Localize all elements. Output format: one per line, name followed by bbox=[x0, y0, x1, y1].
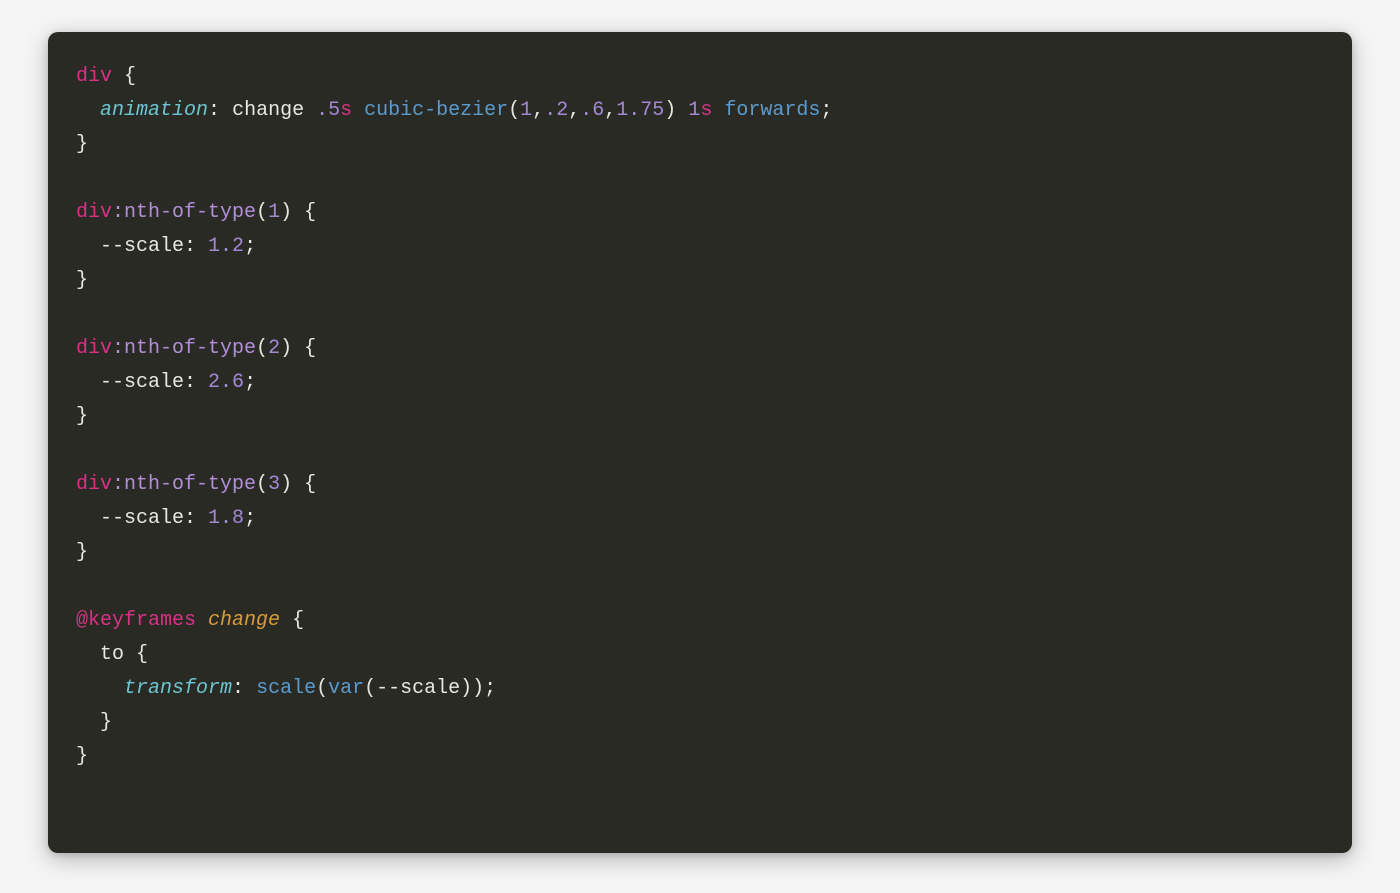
custom-property: --scale bbox=[100, 371, 184, 394]
number: 1 bbox=[268, 201, 280, 224]
comma: , bbox=[604, 99, 616, 122]
comma: , bbox=[568, 99, 580, 122]
unit: s bbox=[700, 99, 712, 122]
space bbox=[352, 99, 364, 122]
unit: s bbox=[340, 99, 352, 122]
paren-open: ( bbox=[364, 677, 376, 700]
brace-open: { bbox=[112, 65, 136, 88]
colon: : bbox=[184, 507, 208, 530]
custom-property: --scale bbox=[100, 235, 184, 258]
paren-open: ( bbox=[256, 337, 268, 360]
indent bbox=[76, 235, 100, 258]
at-rule: @keyframes bbox=[76, 609, 196, 632]
space bbox=[712, 99, 724, 122]
number: .6 bbox=[580, 99, 604, 122]
property: transform bbox=[124, 677, 232, 700]
number: .2 bbox=[544, 99, 568, 122]
pseudo-class: :nth-of-type bbox=[112, 201, 256, 224]
function: cubic-bezier bbox=[364, 99, 508, 122]
colon: : bbox=[208, 99, 232, 122]
function: scale bbox=[256, 677, 316, 700]
number: .5 bbox=[316, 99, 340, 122]
number: 3 bbox=[268, 473, 280, 496]
number: 1 bbox=[520, 99, 532, 122]
number: 1.2 bbox=[208, 235, 244, 258]
brace-open: { bbox=[124, 643, 148, 666]
brace-close: } bbox=[76, 269, 88, 292]
code-snippet-panel: div { animation: change .5s cubic-bezier… bbox=[48, 32, 1352, 853]
paren-close: ) bbox=[280, 201, 292, 224]
custom-property: --scale bbox=[100, 507, 184, 530]
pseudo-class: :nth-of-type bbox=[112, 337, 256, 360]
semicolon: ; bbox=[244, 507, 256, 530]
semicolon: ; bbox=[244, 235, 256, 258]
selector: div bbox=[76, 65, 112, 88]
number: 2.6 bbox=[208, 371, 244, 394]
property: animation bbox=[100, 99, 208, 122]
comma: , bbox=[532, 99, 544, 122]
colon: : bbox=[184, 235, 208, 258]
brace-open: { bbox=[292, 473, 316, 496]
paren-open: ( bbox=[316, 677, 328, 700]
indent bbox=[76, 507, 100, 530]
selector: div bbox=[76, 337, 112, 360]
paren-close: )) bbox=[460, 677, 484, 700]
paren-open: ( bbox=[256, 473, 268, 496]
indent bbox=[76, 643, 100, 666]
paren-close: ) bbox=[664, 99, 688, 122]
indent bbox=[76, 371, 100, 394]
function: var bbox=[328, 677, 364, 700]
number: 1.75 bbox=[616, 99, 664, 122]
keyframe-selector: to bbox=[100, 643, 124, 666]
indent bbox=[76, 711, 100, 734]
code-block: div { animation: change .5s cubic-bezier… bbox=[76, 60, 1324, 774]
selector: div bbox=[76, 473, 112, 496]
brace-close: } bbox=[76, 133, 88, 156]
paren-open: ( bbox=[256, 201, 268, 224]
space bbox=[196, 609, 208, 632]
indent bbox=[76, 99, 100, 122]
var-name: --scale bbox=[376, 677, 460, 700]
number: 2 bbox=[268, 337, 280, 360]
brace-open: { bbox=[292, 337, 316, 360]
brace-close: } bbox=[76, 541, 88, 564]
paren-close: ) bbox=[280, 473, 292, 496]
semicolon: ; bbox=[484, 677, 496, 700]
semicolon: ; bbox=[820, 99, 832, 122]
brace-open: { bbox=[292, 201, 316, 224]
selector: div bbox=[76, 201, 112, 224]
keyword: forwards bbox=[724, 99, 820, 122]
keyframes-name: change bbox=[208, 609, 280, 632]
paren-close: ) bbox=[280, 337, 292, 360]
number: 1.8 bbox=[208, 507, 244, 530]
brace-close: } bbox=[100, 711, 112, 734]
brace-close: } bbox=[76, 405, 88, 428]
pseudo-class: :nth-of-type bbox=[112, 473, 256, 496]
value: change bbox=[232, 99, 316, 122]
paren-open: ( bbox=[508, 99, 520, 122]
brace-close: } bbox=[76, 745, 88, 768]
indent bbox=[76, 677, 124, 700]
semicolon: ; bbox=[244, 371, 256, 394]
number: 1 bbox=[688, 99, 700, 122]
colon: : bbox=[232, 677, 256, 700]
colon: : bbox=[184, 371, 208, 394]
brace-open: { bbox=[280, 609, 304, 632]
